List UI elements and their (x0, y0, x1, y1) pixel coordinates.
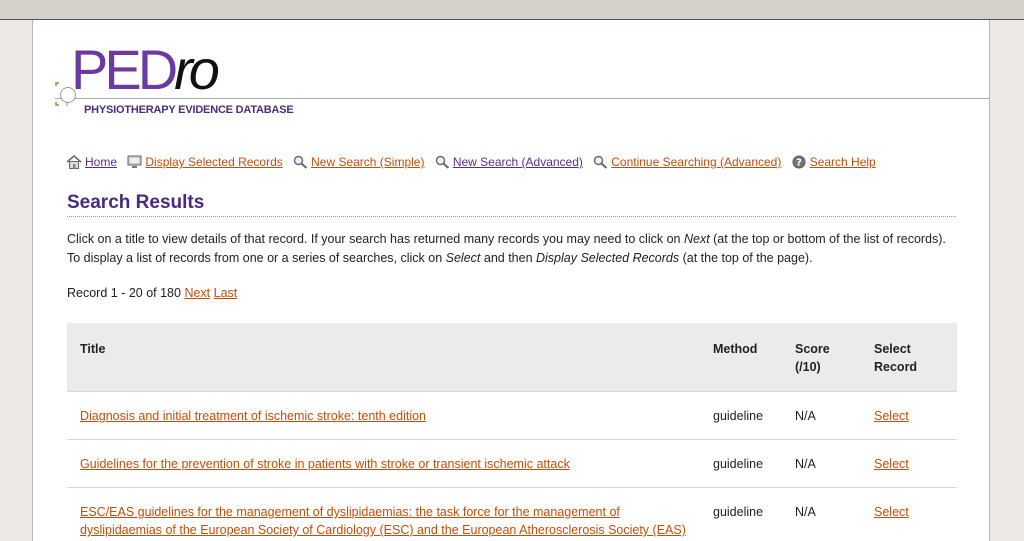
nav-home-link[interactable]: Home (85, 155, 117, 169)
nav-home[interactable]: Home (66, 155, 117, 169)
nav-search-help[interactable]: ? Search Help (792, 155, 876, 169)
table-row: Diagnosis and initial treatment of ische… (67, 391, 957, 440)
last-page-link[interactable]: Last (214, 286, 238, 300)
record-score: N/A (782, 391, 861, 440)
nav-new-search-simple-link[interactable]: New Search (Simple) (311, 155, 424, 169)
display-records-icon (127, 155, 142, 168)
logo-circle-icon (60, 87, 76, 103)
record-method: guideline (700, 487, 782, 541)
column-header-select: Select Record (861, 323, 957, 392)
table-row: ESC/EAS guidelines for the management of… (67, 487, 957, 541)
column-header-score: Score (/10) (782, 323, 861, 392)
nav-display-selected[interactable]: Display Selected Records (127, 155, 283, 169)
next-page-link[interactable]: Next (184, 286, 210, 300)
title-divider (67, 216, 956, 217)
record-score: N/A (782, 439, 861, 488)
magnifier-icon (435, 155, 449, 169)
select-record-link[interactable]: Select (874, 457, 909, 471)
record-title-link[interactable]: Guidelines for the prevention of stroke … (80, 457, 570, 471)
column-header-method: Method (700, 323, 782, 392)
help-icon: ? (792, 155, 806, 169)
nav-continue-searching[interactable]: Continue Searching (Advanced) (593, 155, 781, 169)
table-header-row: Title Method Score (/10) Select Record (67, 323, 957, 392)
nav-new-search-advanced[interactable]: New Search (Advanced) (435, 155, 583, 169)
instructions-text: Click on a title to view details of that… (67, 232, 946, 265)
page-content: PEDro PHYSIOTHERAPY EVIDENCE DATABASE Ho… (32, 20, 990, 541)
browser-top-bar (0, 0, 1024, 20)
results-table: Title Method Score (/10) Select Record Dia… (67, 323, 957, 541)
pagination: Record 1 - 20 of 180 Next Last (67, 286, 237, 300)
record-range: Record 1 - 20 of 180 (67, 286, 181, 300)
record-title-link[interactable]: Diagnosis and initial treatment of ische… (80, 409, 426, 423)
home-icon (66, 155, 82, 169)
column-header-title: Title (67, 323, 700, 392)
magnifier-icon (293, 155, 308, 169)
logo-subtitle: PHYSIOTHERAPY EVIDENCE DATABASE (84, 104, 294, 116)
nav-search-help-link[interactable]: Search Help (810, 155, 876, 169)
nav-new-search-simple[interactable]: New Search (Simple) (293, 155, 424, 169)
page-title: Search Results (67, 192, 205, 213)
nav-continue-searching-link[interactable]: Continue Searching (Advanced) (611, 155, 781, 169)
magnifier-icon (594, 155, 608, 169)
record-title-link[interactable]: ESC/EAS guidelines for the management of… (80, 505, 686, 537)
page-left-margin (0, 20, 32, 541)
nav-display-selected-link[interactable]: Display Selected Records (145, 155, 282, 169)
record-method: guideline (700, 391, 782, 440)
table-row: Guidelines for the prevention of stroke … (67, 439, 957, 488)
top-navigation: Home Display Selected Records New Search… (66, 155, 883, 172)
svg-text:?: ? (796, 158, 802, 169)
page-right-margin (990, 20, 1024, 541)
logo-wordmark: PEDro (71, 38, 220, 101)
record-method: guideline (700, 439, 782, 488)
select-record-link[interactable]: Select (874, 409, 909, 423)
record-score: N/A (782, 487, 861, 541)
select-record-link[interactable]: Select (874, 505, 909, 519)
nav-new-search-advanced-link[interactable]: New Search (Advanced) (453, 155, 583, 169)
